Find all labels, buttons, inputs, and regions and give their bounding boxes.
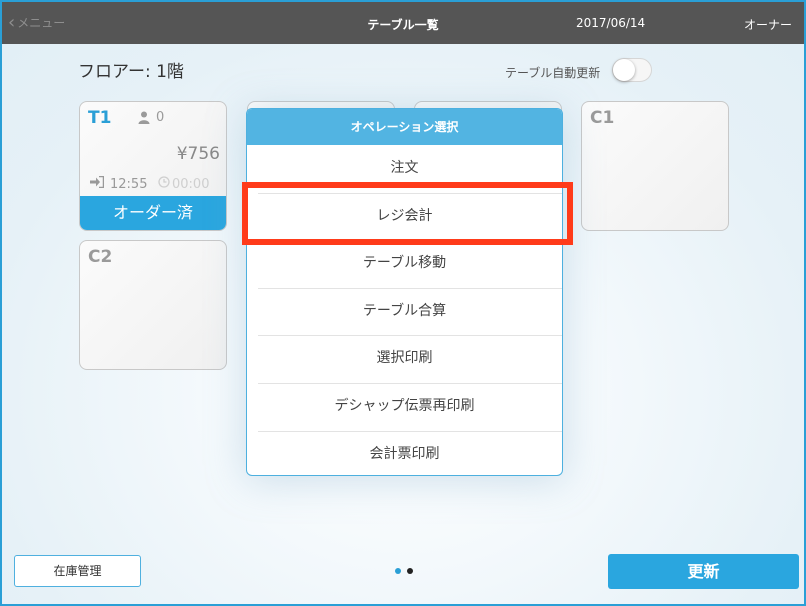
page-indicator[interactable] (395, 568, 413, 574)
sign-in-icon (90, 175, 105, 192)
table-card-c2[interactable]: C2 (79, 240, 227, 370)
menu-item-select-print[interactable]: 選択印刷 (247, 335, 562, 383)
clock-icon (158, 176, 170, 192)
operation-popover: オペレーション選択 注文 レジ会計 テーブル移動 テーブル合算 選択印刷 デシャ… (246, 108, 563, 476)
page-title: テーブル一覧 (367, 18, 439, 32)
auto-update-toggle[interactable] (612, 58, 652, 82)
user-button[interactable]: オーナー (744, 16, 792, 33)
inventory-button[interactable]: 在庫管理 (14, 555, 141, 587)
floor-title: フロアー: 1階 (78, 62, 184, 82)
person-icon (138, 111, 150, 124)
menu-item-merge-table[interactable]: テーブル合算 (247, 287, 562, 336)
table-name: C1 (590, 108, 615, 128)
table-card-c1[interactable]: C1 (581, 101, 729, 231)
elapsed-time: 00:00 (158, 176, 209, 192)
order-status-bar: オーダー済 (80, 196, 226, 230)
table-name: C2 (88, 247, 113, 267)
guest-count: 0 (138, 110, 164, 125)
top-bar: ‹ メニュー テーブル一覧 2017/06/14 オーナー (2, 2, 804, 44)
menu-item-receipt-print[interactable]: 会計票印刷 (247, 430, 562, 475)
table-card-t1[interactable]: T1 0 ¥756 12:55 00:00 オーダー済 (79, 101, 227, 231)
table-name: T1 (88, 108, 112, 128)
guest-count-value: 0 (156, 110, 165, 125)
operation-menu: 注文 レジ会計 テーブル移動 テーブル合算 選択印刷 デシャップ伝票再印刷 会計… (247, 145, 562, 475)
refresh-button[interactable]: 更新 (608, 554, 799, 589)
menu-item-order[interactable]: 注文 (247, 145, 562, 193)
elapsed-time-value: 00:00 (172, 176, 210, 192)
menu-item-checkout[interactable]: レジ会計 (247, 192, 562, 241)
app-frame: ‹ メニュー テーブル一覧 2017/06/14 オーナー フロアー: 1階 テ… (0, 0, 806, 606)
checkin-time-value: 12:55 (110, 176, 148, 192)
date-display: 2017/06/14 (576, 16, 646, 30)
popover-title: オペレーション選択 (247, 109, 562, 145)
toggle-knob (613, 59, 635, 81)
table-amount: ¥756 (176, 144, 220, 164)
checkin-time: 12:55 (90, 175, 148, 192)
menu-item-move-table[interactable]: テーブル移動 (247, 240, 562, 288)
menu-item-deshap-reprint[interactable]: デシャップ伝票再印刷 (247, 382, 562, 431)
page-dot-2[interactable] (407, 568, 413, 574)
auto-update-label: テーブル自動更新 (505, 66, 601, 80)
page-dot-1[interactable] (395, 568, 401, 574)
